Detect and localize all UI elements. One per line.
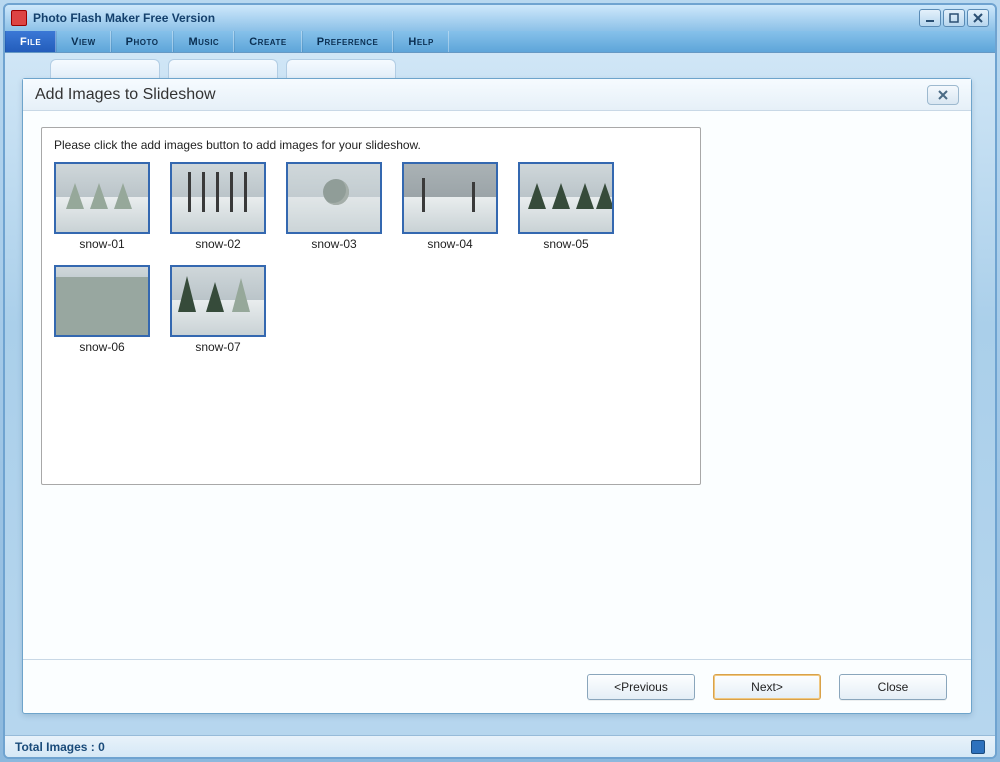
thumbnail-label: snow-02 xyxy=(195,237,240,251)
thumbnail[interactable]: snow-03 xyxy=(286,162,382,251)
thumbnail[interactable]: snow-04 xyxy=(402,162,498,251)
menu-help[interactable]: Help xyxy=(393,31,449,52)
minimize-icon xyxy=(925,13,935,23)
titlebar[interactable]: Photo Flash Maker Free Version xyxy=(5,5,995,31)
dialog-titlebar[interactable]: Add Images to Slideshow xyxy=(23,79,971,111)
dialog-footer: <Previous Next> Close xyxy=(23,659,971,713)
thumbnail-label: snow-05 xyxy=(543,237,588,251)
status-total-images: Total Images : 0 xyxy=(15,740,105,754)
close-window-button[interactable] xyxy=(967,9,989,27)
statusbar: Total Images : 0 xyxy=(5,735,995,757)
instruction-text: Please click the add images button to ad… xyxy=(54,138,688,152)
menu-file[interactable]: File xyxy=(5,31,56,52)
maximize-icon xyxy=(949,13,959,23)
maximize-button[interactable] xyxy=(943,9,965,27)
thumbnail-image xyxy=(54,265,150,337)
menu-music[interactable]: Music xyxy=(173,31,234,52)
menu-create[interactable]: Create xyxy=(234,31,301,52)
thumbnail-label: snow-07 xyxy=(195,340,240,354)
thumbnail-image xyxy=(170,162,266,234)
thumbnail-image xyxy=(286,162,382,234)
dialog-close-button[interactable] xyxy=(927,85,959,105)
thumbnail-image xyxy=(518,162,614,234)
dialog-title: Add Images to Slideshow xyxy=(35,86,216,104)
image-group: Please click the add images button to ad… xyxy=(41,127,701,485)
add-images-dialog: Add Images to Slideshow Please click the… xyxy=(22,78,972,714)
menu-view[interactable]: View xyxy=(56,31,110,52)
menubar: FileViewPhotoMusicCreatePreferenceHelp xyxy=(5,31,995,53)
window-buttons xyxy=(919,9,989,27)
thumbnail-label: snow-04 xyxy=(427,237,472,251)
resize-grip-icon[interactable] xyxy=(971,740,985,754)
menu-preference[interactable]: Preference xyxy=(302,31,394,52)
thumbnail[interactable]: snow-06 xyxy=(54,265,150,354)
thumbnail-label: snow-03 xyxy=(311,237,356,251)
app-title: Photo Flash Maker Free Version xyxy=(33,11,215,25)
thumbnail[interactable]: snow-02 xyxy=(170,162,266,251)
thumbnail-image xyxy=(54,162,150,234)
thumbnail-image xyxy=(402,162,498,234)
previous-button[interactable]: <Previous xyxy=(587,674,695,700)
thumbnail[interactable]: snow-07 xyxy=(170,265,266,354)
thumbnail-label: snow-01 xyxy=(79,237,124,251)
dialog-body: Please click the add images button to ad… xyxy=(23,111,971,659)
minimize-button[interactable] xyxy=(919,9,941,27)
close-icon xyxy=(973,13,983,23)
close-button[interactable]: Close xyxy=(839,674,947,700)
next-button[interactable]: Next> xyxy=(713,674,821,700)
thumbnail-image xyxy=(170,265,266,337)
thumbnail[interactable]: snow-05 xyxy=(518,162,614,251)
app-icon xyxy=(11,10,27,26)
close-icon xyxy=(937,89,949,101)
thumbnail-grid: snow-01 snow-02 snow-03 snow-04 snow-05 snow-… xyxy=(54,162,688,354)
thumbnail[interactable]: snow-01 xyxy=(54,162,150,251)
menu-photo[interactable]: Photo xyxy=(111,31,174,52)
thumbnail-label: snow-06 xyxy=(79,340,124,354)
